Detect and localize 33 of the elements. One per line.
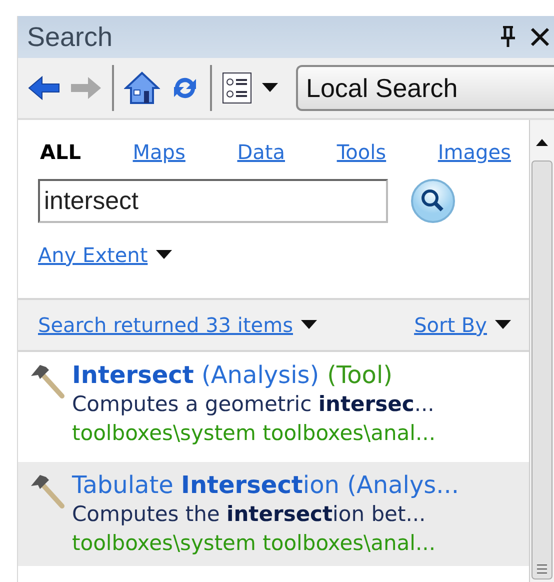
result-type: (Tool) bbox=[327, 360, 392, 390]
hammer-icon bbox=[28, 362, 66, 400]
category-tab[interactable]: Data bbox=[237, 140, 285, 164]
result-title-link[interactable]: Intersect (Analysis) bbox=[72, 360, 320, 390]
list-view-icon[interactable] bbox=[222, 72, 252, 104]
result-item[interactable]: Tabulate Intersection (Analys... Computes the intersection bet... toolboxes\system toolboxes\anal... bbox=[18, 462, 529, 566]
caret-icon bbox=[156, 250, 172, 260]
category-tab[interactable]: Maps bbox=[132, 140, 186, 164]
caret-icon bbox=[495, 320, 511, 330]
result-description: Computes the intersection bet... bbox=[72, 501, 427, 528]
window-title: Search bbox=[27, 22, 114, 52]
close-icon[interactable] bbox=[530, 27, 550, 47]
result-description: Computes a geometric intersec... bbox=[72, 391, 436, 418]
back-arrow-icon[interactable] bbox=[28, 75, 60, 101]
category-tab[interactable]: Tools bbox=[336, 140, 386, 164]
caret-icon bbox=[301, 320, 317, 330]
results-count-link[interactable]: Search returned 33 items bbox=[38, 313, 293, 337]
category-tab[interactable]: ALL bbox=[40, 140, 81, 164]
search-field[interactable]: intersect bbox=[38, 179, 388, 223]
result-path: toolboxes\system toolboxes\anal... bbox=[72, 530, 437, 557]
category-tab[interactable]: Images bbox=[438, 140, 511, 164]
extent-link[interactable]: Any Extent bbox=[38, 243, 148, 267]
search-icon[interactable] bbox=[410, 178, 456, 224]
scrollbar[interactable] bbox=[529, 120, 554, 582]
caret-icon bbox=[262, 83, 278, 93]
result-path: toolboxes\system toolboxes\anal... bbox=[72, 420, 436, 447]
scope-dropdown[interactable]: Local Search bbox=[296, 65, 554, 111]
sort-link[interactable]: Sort By bbox=[414, 313, 487, 337]
pin-icon[interactable] bbox=[500, 26, 516, 48]
hammer-icon bbox=[28, 472, 66, 510]
scroll-thumb[interactable] bbox=[531, 160, 553, 580]
result-title-link[interactable]: Tabulate Intersection (Analys... bbox=[72, 470, 460, 500]
home-icon[interactable] bbox=[124, 71, 160, 105]
